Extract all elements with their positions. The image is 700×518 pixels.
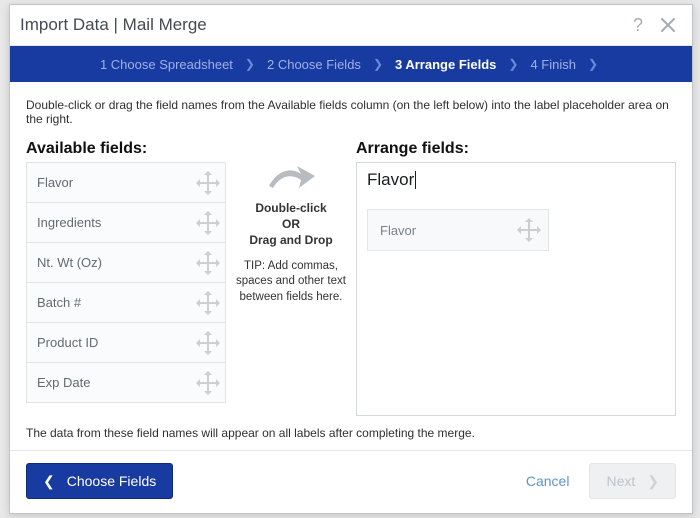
available-field-item[interactable]: Ingredients bbox=[27, 203, 225, 243]
chevron-left-icon: ❮ bbox=[43, 473, 55, 490]
step-bar: 1 Choose Spreadsheet ❯ 2 Choose Fields ❯… bbox=[10, 46, 692, 82]
mid-instructions-tip: TIP: Add commas, spaces and other text b… bbox=[232, 259, 350, 306]
chevron-right-icon: ❯ bbox=[580, 57, 606, 71]
drag-handle-icon bbox=[520, 221, 538, 239]
arrange-fields-header: Arrange fields: bbox=[356, 140, 469, 158]
available-fields-header: Available fields: bbox=[26, 140, 356, 158]
mail-merge-modal: Import Data | Mail Merge ? 1 Choose Spre… bbox=[9, 4, 693, 514]
available-field-item[interactable]: Exp Date bbox=[27, 363, 225, 403]
close-icon[interactable] bbox=[656, 13, 680, 37]
drag-handle-icon bbox=[199, 334, 217, 352]
help-icon[interactable]: ? bbox=[626, 13, 650, 37]
step-choose-spreadsheet[interactable]: 1 Choose Spreadsheet bbox=[96, 57, 237, 72]
back-button[interactable]: ❮ Choose Fields bbox=[26, 463, 173, 499]
arrange-drop-area[interactable]: Flavor Flavor bbox=[356, 162, 676, 416]
cancel-button[interactable]: Cancel bbox=[510, 463, 586, 499]
step-choose-fields[interactable]: 2 Choose Fields bbox=[263, 57, 365, 72]
chevron-right-icon: ❯ bbox=[647, 473, 659, 490]
drag-handle-icon bbox=[199, 374, 217, 392]
field-label: Exp Date bbox=[37, 375, 199, 390]
field-label: Batch # bbox=[37, 295, 199, 310]
dialog-footer: ❮ Choose Fields Cancel Next ❯ bbox=[10, 450, 692, 513]
chevron-right-icon: ❯ bbox=[365, 57, 391, 71]
field-label: Ingredients bbox=[37, 215, 199, 230]
drag-handle-icon bbox=[199, 294, 217, 312]
back-button-label: Choose Fields bbox=[67, 473, 157, 489]
available-field-item[interactable]: Batch # bbox=[27, 283, 225, 323]
chevron-right-icon: ❯ bbox=[237, 57, 263, 71]
step-finish: 4 Finish bbox=[526, 57, 580, 72]
drag-handle-icon bbox=[199, 174, 217, 192]
chip-label: Flavor bbox=[380, 223, 520, 238]
field-label: Flavor bbox=[37, 175, 199, 190]
arrow-right-icon bbox=[265, 164, 317, 194]
mid-instructions-strong: Double-click OR Drag and Drop bbox=[232, 200, 350, 249]
field-label: Product ID bbox=[37, 335, 199, 350]
instructions-text: Double-click or drag the field names fro… bbox=[26, 98, 676, 126]
dialog-title: Import Data | Mail Merge bbox=[20, 15, 620, 35]
drag-handle-icon bbox=[199, 214, 217, 232]
available-field-item[interactable]: Flavor bbox=[27, 163, 225, 203]
next-button: Next ❯ bbox=[589, 463, 676, 499]
titlebar: Import Data | Mail Merge ? bbox=[10, 5, 692, 46]
chevron-right-icon: ❯ bbox=[500, 57, 526, 71]
available-field-item[interactable]: Product ID bbox=[27, 323, 225, 363]
available-field-item[interactable]: Nt. Wt (Oz) bbox=[27, 243, 225, 283]
available-fields-list: Flavor Ingredients Nt. Wt (Oz) Batch # bbox=[26, 162, 226, 403]
step-arrange-fields: 3 Arrange Fields bbox=[391, 57, 500, 72]
post-note-text: The data from these field names will app… bbox=[26, 426, 676, 440]
drag-handle-icon bbox=[199, 254, 217, 272]
dialog-body: Double-click or drag the field names fro… bbox=[10, 82, 692, 450]
next-button-label: Next bbox=[606, 473, 635, 489]
field-label: Nt. Wt (Oz) bbox=[37, 255, 199, 270]
arranged-field-chip[interactable]: Flavor bbox=[367, 209, 549, 251]
cancel-button-label: Cancel bbox=[526, 473, 570, 489]
arrange-text-input[interactable]: Flavor bbox=[367, 169, 665, 191]
